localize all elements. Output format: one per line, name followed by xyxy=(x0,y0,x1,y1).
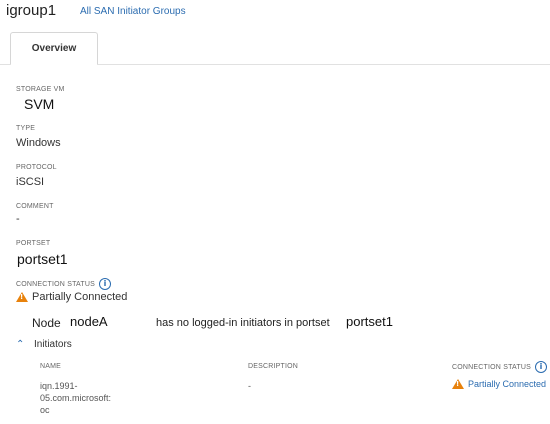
storage-vm-value: SVM xyxy=(24,96,55,112)
message-node-label: Node xyxy=(32,316,61,330)
initiator-connection-status[interactable]: Partially Connected xyxy=(452,379,546,389)
initiator-name-line-3: oc xyxy=(40,405,50,415)
portset-label: PORTSET xyxy=(16,240,51,247)
protocol-label: PROTOCOL xyxy=(16,164,57,171)
page-title: igroup1 xyxy=(6,2,57,19)
connection-status-header: CONNECTION STATUS i xyxy=(16,278,111,290)
column-name: NAME xyxy=(40,363,62,370)
initiator-name-line-1: iqn.1991- xyxy=(40,381,78,391)
tab-overview-label: Overview xyxy=(31,43,77,54)
table-row: iqn.1991- 05.com.microsoft: oc xyxy=(40,380,230,416)
message-node-value: nodeA xyxy=(70,314,108,329)
initiator-connection-status-link[interactable]: Partially Connected xyxy=(468,379,546,389)
type-label: TYPE xyxy=(16,125,36,132)
storage-vm-label: STORAGE VM xyxy=(16,86,65,93)
message-portset-value: portset1 xyxy=(346,314,393,329)
comment-label: COMMENT xyxy=(16,203,54,210)
initiator-name-line-2: 05.com.microsoft: xyxy=(40,393,112,403)
column-connection-status: CONNECTION STATUS xyxy=(452,363,531,371)
protocol-value: iSCSI xyxy=(16,176,45,188)
tab-overview[interactable]: Overview xyxy=(10,32,98,64)
connection-status-value: Partially Connected xyxy=(32,291,128,303)
info-icon[interactable]: i xyxy=(98,278,111,290)
chevron-up-icon: ⌃ xyxy=(16,339,25,350)
warning-icon xyxy=(452,379,464,389)
portset-value: portset1 xyxy=(17,251,68,267)
column-description: DESCRIPTION xyxy=(248,363,299,370)
comment-value: - xyxy=(16,213,20,225)
initiators-section-label: Initiators xyxy=(34,339,72,350)
column-connection-status-header: CONNECTION STATUS i xyxy=(452,361,547,373)
initiator-description: - xyxy=(248,381,251,391)
message-text: has no logged-in initiators in portset xyxy=(156,317,330,329)
info-icon[interactable]: i xyxy=(534,361,547,373)
breadcrumb-all-san-initiator-groups[interactable]: All SAN Initiator Groups xyxy=(80,6,186,17)
tab-active-cover xyxy=(11,63,97,65)
initiators-section-toggle[interactable]: ⌃ Initiators xyxy=(16,339,72,350)
connection-status-label: CONNECTION STATUS xyxy=(16,280,95,288)
warning-icon xyxy=(16,292,28,302)
connection-status: Partially Connected xyxy=(16,291,127,303)
type-value: Windows xyxy=(16,137,61,149)
